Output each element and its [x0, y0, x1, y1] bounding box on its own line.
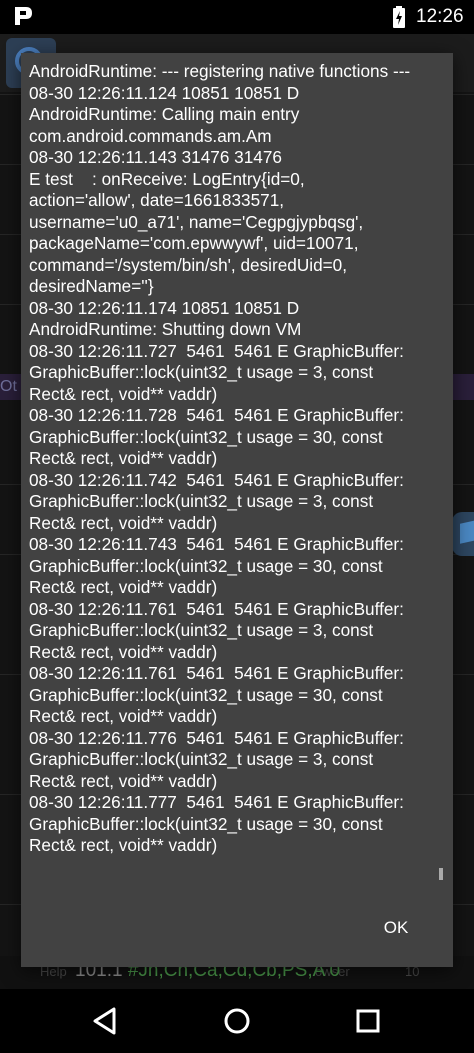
recents-button[interactable] [350, 1003, 386, 1039]
background-row-label: Ot [0, 378, 17, 395]
navigation-bar [0, 989, 474, 1053]
back-button[interactable] [88, 1003, 124, 1039]
status-bar: 12:26 [0, 0, 474, 34]
log-dialog: AndroidRuntime: --- registering native f… [21, 53, 453, 967]
back-triangle-icon [93, 1007, 116, 1035]
app-notification-icon [15, 7, 32, 25]
battery-charging-icon [393, 6, 405, 28]
floating-app-icon[interactable] [452, 512, 474, 556]
scrollbar-thumb[interactable] [439, 868, 443, 880]
home-button[interactable] [219, 1003, 255, 1039]
recents-square-icon [356, 1009, 380, 1033]
ok-button[interactable]: OK [371, 913, 421, 943]
status-time: 12:26 [416, 6, 464, 27]
home-circle-icon [224, 1008, 250, 1034]
dialog-message: AndroidRuntime: --- registering native f… [29, 61, 411, 855]
